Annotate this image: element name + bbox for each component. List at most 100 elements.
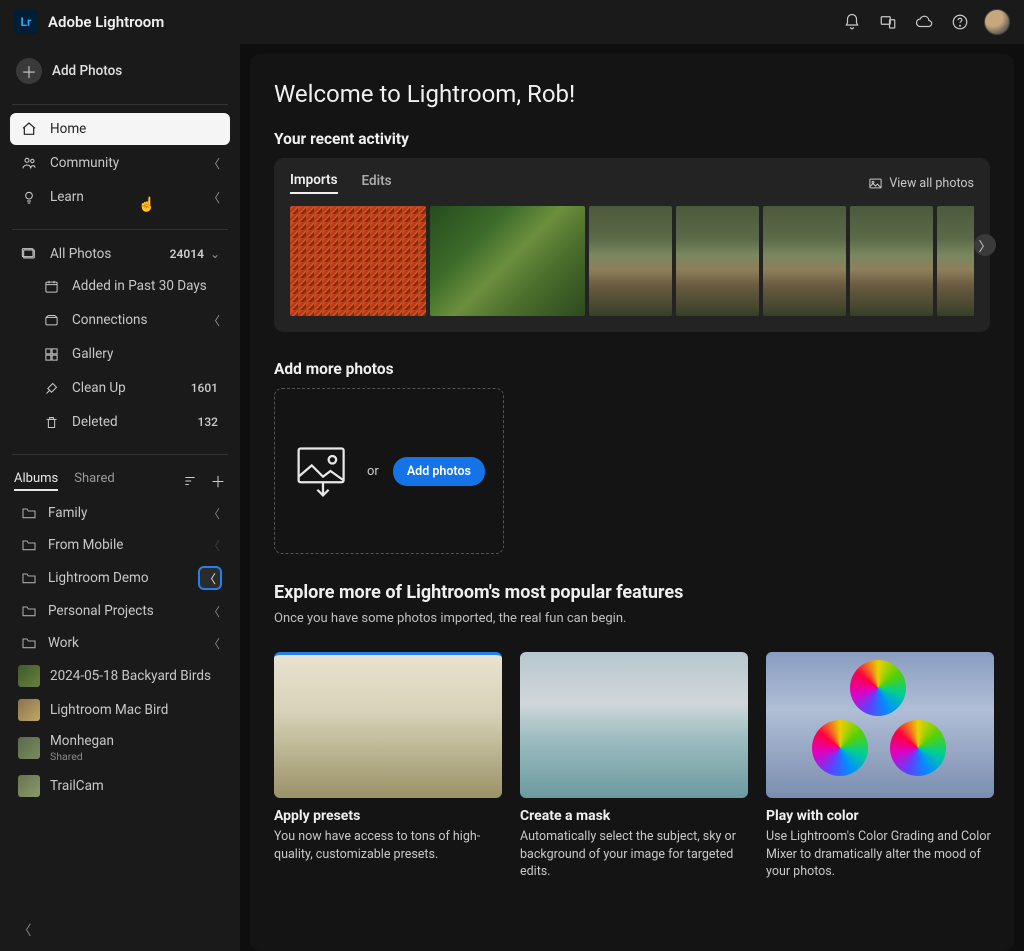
chevron-right-icon: 〈 [208,635,220,652]
album-label: Personal Projects [48,603,154,619]
recent-activity-title: Your recent activity [274,130,990,148]
recent-photo[interactable] [290,206,426,316]
sidebar-collapse[interactable]: 〈 [10,907,230,951]
main-content: Welcome to Lightroom, Rob! Your recent a… [240,44,1024,951]
feature-card-color[interactable]: Play with color Use Lightroom's Color Gr… [766,652,994,881]
album-backyard-birds[interactable]: 2024-05-18 Backyard Birds [10,659,230,693]
deleted-count: 132 [198,415,220,429]
add-photos-label: Add Photos [52,63,122,79]
chevron-down-icon: ⌄ [210,247,220,261]
add-photos-button[interactable]: ＋ Add Photos [10,50,230,100]
cleanup-count: 1601 [191,381,220,395]
nav-learn-label: Learn [50,189,84,205]
cleanup-label: Clean Up [72,380,126,396]
album-thumb [18,775,40,797]
photo-dropzone[interactable]: or Add photos [274,388,504,554]
photos-icon [20,245,38,263]
recent-photo[interactable] [589,206,672,316]
bell-icon[interactable] [838,8,866,36]
card-title: Apply presets [274,808,502,824]
folder-icon [20,602,38,620]
separator [12,229,228,230]
nav-all-photos[interactable]: All Photos 24014 ⌄ [10,238,230,270]
album-personal-projects[interactable]: Personal Projects 〈 [10,595,230,627]
folder-icon [20,569,38,587]
scroll-next-button[interactable]: 〉 [974,234,996,256]
gallery-label: Gallery [72,346,113,362]
explore-subtitle: Once you have some photos imported, the … [274,611,990,626]
album-monhegan[interactable]: Monhegan Shared [10,727,230,769]
chevron-right-icon: 〈 [208,603,220,620]
album-label: 2024-05-18 Backyard Birds [50,668,211,684]
add-more-title: Add more photos [274,360,990,378]
calendar-icon [42,277,60,295]
album-thumb [18,737,40,759]
tab-edits[interactable]: Edits [362,173,392,193]
tab-imports[interactable]: Imports [290,172,338,194]
feature-card-presets[interactable]: Apply presets You now have access to ton… [274,652,502,881]
chevron-right-icon: 〈 [208,189,220,206]
album-family[interactable]: Family 〈 [10,497,230,529]
chevron-right-icon[interactable]: 〈 [200,568,220,588]
album-thumb [18,699,40,721]
album-work[interactable]: Work 〈 [10,627,230,659]
learn-icon [20,188,38,206]
card-desc: Automatically select the subject, sky or… [520,828,748,881]
album-sublabel: Shared [50,750,114,763]
added-30-label: Added in Past 30 Days [72,278,207,294]
tab-albums[interactable]: Albums [14,471,58,491]
album-lightroom-demo[interactable]: Lightroom Demo 〈 [10,561,230,595]
recent-photo[interactable] [850,206,933,316]
album-mac-bird[interactable]: Lightroom Mac Bird [10,693,230,727]
help-icon[interactable] [946,8,974,36]
sort-icon[interactable] [182,473,198,489]
recent-photo[interactable] [676,206,759,316]
recent-photos-strip[interactable] [290,206,974,316]
community-icon [20,154,38,172]
sidebar: ＋ Add Photos Home ☝ Community 〈 [0,44,240,951]
card-desc: Use Lightroom's Color Grading and Color … [766,828,994,881]
chevron-right-icon: 〈 [208,505,220,522]
connections-label: Connections [72,312,147,328]
chevron-right-icon: 〈 [208,312,220,329]
avatar[interactable] [984,9,1010,35]
view-all-photos-link[interactable]: View all photos [868,176,974,191]
nav-cleanup[interactable]: Clean Up 1601 [10,372,230,404]
separator [12,104,228,105]
add-photos-button[interactable]: Add photos [393,457,485,486]
tab-shared[interactable]: Shared [74,471,114,491]
gallery-icon [42,345,60,363]
deleted-label: Deleted [72,414,118,430]
nav-connections[interactable]: Connections 〈 [10,304,230,336]
cleanup-icon [42,379,60,397]
app-title: Adobe Lightroom [48,13,164,31]
folder-icon [20,634,38,652]
recent-photo[interactable] [937,206,974,316]
albums-header: Albums Shared ＋ [10,463,230,497]
cloud-icon[interactable] [910,8,938,36]
nav-added-past-30[interactable]: Added in Past 30 Days [10,270,230,302]
add-album-icon[interactable]: ＋ [210,473,226,489]
album-label: TrailCam [50,778,104,794]
connections-icon [42,311,60,329]
explore-section: Explore more of Lightroom's most popular… [274,582,990,881]
nav-gallery[interactable]: Gallery [10,338,230,370]
album-label: Lightroom Mac Bird [50,702,168,718]
nav-home-label: Home [50,121,86,137]
nav-home[interactable]: Home ☝ [10,113,230,145]
nav-community[interactable]: Community 〈 [10,147,230,179]
app-logo: Lr [14,10,38,34]
plus-icon: ＋ [16,58,42,84]
recent-photo[interactable] [430,206,585,316]
recent-photo[interactable] [763,206,846,316]
topbar: Lr Adobe Lightroom [0,0,1024,44]
nav-learn[interactable]: Learn 〈 [10,181,230,213]
feature-card-mask[interactable]: Create a mask Automatically select the s… [520,652,748,881]
devices-icon[interactable] [874,8,902,36]
chevron-right-icon: 〈 [208,155,220,172]
nav-deleted[interactable]: Deleted 132 [10,406,230,438]
folder-icon [20,536,38,554]
album-from-mobile[interactable]: From Mobile 〈 [10,529,230,561]
drag-image-icon [293,441,353,501]
album-trailcam[interactable]: TrailCam [10,769,230,803]
